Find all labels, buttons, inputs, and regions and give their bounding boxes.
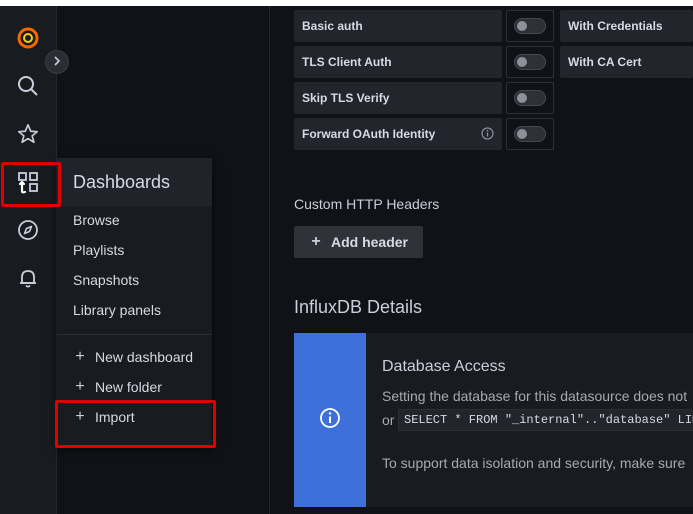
forward-oauth-text: Forward OAuth Identity (302, 127, 436, 141)
flyout-header: Dashboards (57, 158, 212, 206)
forward-oauth-toggle[interactable] (506, 118, 554, 150)
with-ca-cert-label: With CA Cert (560, 46, 693, 78)
menu-item-playlists[interactable]: Playlists (73, 242, 124, 258)
sidebar-expand-button[interactable] (45, 50, 69, 74)
custom-headers-title: Custom HTTP Headers (294, 196, 440, 212)
menu-separator (57, 334, 212, 335)
add-header-button[interactable]: + Add header (294, 226, 423, 258)
alert-or: or (382, 412, 395, 428)
skip-tls-verify-toggle[interactable] (506, 82, 554, 114)
plus-icon: + (75, 348, 85, 365)
menu-item-new-folder[interactable]: + New folder (73, 378, 162, 396)
search-icon[interactable] (12, 70, 44, 102)
menu-item-snapshots[interactable]: Snapshots (73, 272, 139, 288)
menu-item-browse[interactable]: Browse (73, 212, 120, 228)
menu-item-new-dashboard[interactable]: + New dashboard (73, 348, 193, 366)
with-credentials-label: With Credentials (560, 10, 693, 42)
dashboards-icon-highlight (1, 162, 61, 207)
forward-oauth-label: Forward OAuth Identity (294, 118, 502, 150)
menu-item-library-panels[interactable]: Library panels (73, 302, 161, 318)
chevron-right-icon (52, 53, 62, 71)
flyout-title[interactable]: Dashboards (73, 172, 170, 193)
add-header-label: Add header (330, 234, 408, 250)
alert-text: Setting the database for this datasource… (382, 388, 688, 404)
sidebar (0, 6, 57, 514)
grafana-logo-icon[interactable] (12, 22, 44, 54)
bell-icon[interactable] (12, 262, 44, 294)
basic-auth-label: Basic auth (294, 10, 502, 42)
alert-text-2: To support data isolation and security, … (382, 455, 686, 471)
skip-tls-verify-label: Skip TLS Verify (294, 82, 502, 114)
influxdb-details-title: InfluxDB Details (294, 297, 423, 317)
star-icon[interactable] (12, 118, 44, 150)
new-dashboard-label: New dashboard (95, 349, 194, 365)
info-icon[interactable] (481, 127, 494, 143)
compass-icon[interactable] (12, 214, 44, 246)
import-highlight (55, 400, 216, 448)
alert-stripe (294, 333, 366, 507)
plus-icon: + (311, 233, 321, 250)
database-access-alert: Database Access Setting the database for… (294, 333, 693, 507)
basic-auth-toggle[interactable] (506, 10, 554, 42)
alert-code: SELECT * FROM "_internal".."database" LI… (398, 409, 693, 431)
alert-title: Database Access (382, 358, 506, 375)
tls-client-auth-toggle[interactable] (506, 46, 554, 78)
plus-icon: + (75, 378, 85, 395)
info-circle-icon (319, 407, 341, 434)
new-folder-label: New folder (95, 379, 162, 395)
tls-client-auth-label: TLS Client Auth (294, 46, 502, 78)
